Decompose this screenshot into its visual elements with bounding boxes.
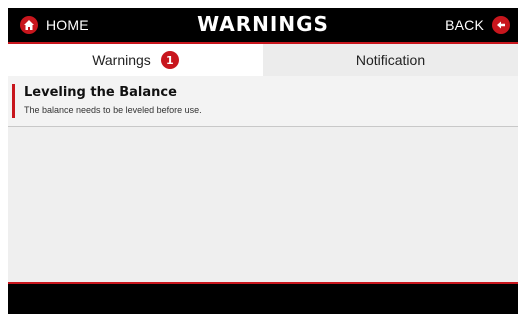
- warning-description: The balance needs to be leveled before u…: [24, 105, 202, 115]
- warning-title: Leveling the Balance: [24, 85, 177, 100]
- device-screen: HOME WARNINGS BACK Warnings 1 Notificati…: [8, 8, 518, 314]
- back-label: BACK: [445, 17, 484, 33]
- page-title: WARNINGS: [197, 12, 329, 36]
- warning-severity-bar: [12, 84, 15, 118]
- tab-notification-label: Notification: [355, 52, 426, 68]
- warning-count-badge: 1: [160, 51, 179, 69]
- tab-warnings[interactable]: Warnings 1: [8, 44, 263, 76]
- warning-item[interactable]: Leveling the Balance The balance needs t…: [8, 76, 518, 127]
- tab-notification[interactable]: Notification: [263, 44, 518, 76]
- warnings-list: Leveling the Balance The balance needs t…: [8, 76, 518, 282]
- header-bar: HOME WARNINGS BACK: [8, 8, 518, 44]
- back-arrow-icon: [492, 16, 510, 34]
- tab-warnings-label: Warnings: [92, 52, 151, 68]
- footer-bar: [8, 284, 518, 314]
- tab-bar: Warnings 1 Notification: [8, 44, 518, 76]
- back-button[interactable]: BACK: [445, 14, 510, 36]
